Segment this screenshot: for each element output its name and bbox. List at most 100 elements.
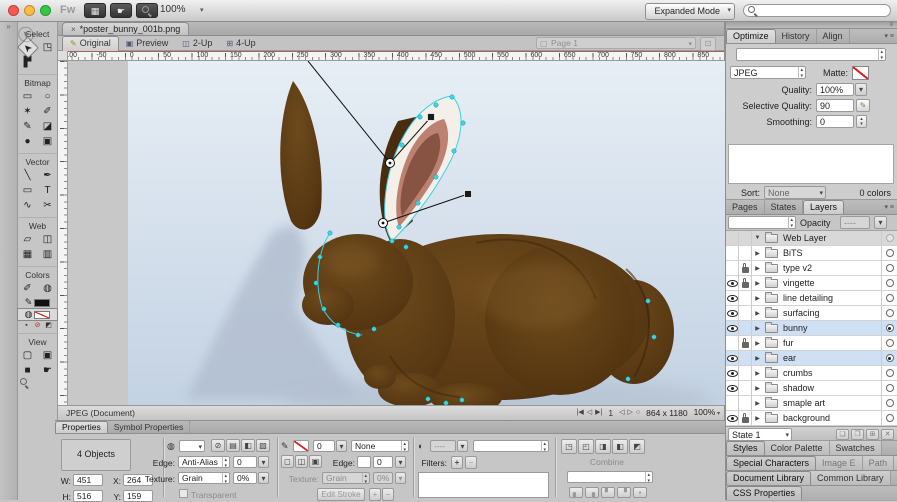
lock-icon[interactable] <box>742 282 749 288</box>
layer-name[interactable]: smaple art <box>780 398 881 408</box>
zoom-level-dropdown[interactable]: 100% <box>160 4 186 15</box>
stroke-texture-stepper[interactable]: ▾ <box>395 472 406 484</box>
expand-arrow-icon[interactable]: ▶ <box>752 250 763 257</box>
expand-arrow-icon[interactable]: ▶ <box>752 385 763 392</box>
visibility-eye-icon[interactable] <box>727 355 738 362</box>
rectangle-tool[interactable]: ▭ <box>20 183 36 198</box>
y-field[interactable]: 159 <box>123 490 153 502</box>
panel-tab[interactable]: Color Palette <box>765 441 830 455</box>
stroke-tip-size-field[interactable]: 0 <box>313 440 335 452</box>
layer-row[interactable]: ▼ Web Layer <box>726 231 897 246</box>
panel-tab[interactable]: Styles <box>726 441 765 455</box>
combine-tool-button[interactable]: ◨ <box>595 439 611 454</box>
zoom-tool[interactable] <box>20 378 36 393</box>
lasso-tool[interactable]: ○ <box>40 89 56 104</box>
align-small-button[interactable]: ▪ <box>633 487 647 498</box>
stroke-position-button[interactable]: ◻ <box>281 455 294 468</box>
scale-tool[interactable]: ◳ <box>40 40 56 55</box>
quality-slider-button[interactable]: ▾ <box>855 83 867 96</box>
stroke-position-button[interactable]: ◫ <box>295 455 308 468</box>
edit-stroke-button[interactable]: Edit Stroke <box>317 488 365 501</box>
layer-mode-field[interactable] <box>728 216 796 229</box>
pen-tool[interactable]: ✒ <box>40 168 56 183</box>
layer-select-radio[interactable] <box>886 324 894 332</box>
page-options-button[interactable]: ⊡ <box>700 37 716 51</box>
blur-tool[interactable]: ● <box>20 134 36 149</box>
visibility-eye-icon[interactable] <box>727 370 738 377</box>
layer-row[interactable]: ▶ type v2 <box>726 261 897 276</box>
slice-tool[interactable]: ◫ <box>40 232 56 247</box>
panel-tab[interactable]: Path <box>863 456 895 470</box>
layer-row[interactable]: ▶ shadow <box>726 381 897 396</box>
visibility-eye-icon[interactable] <box>727 295 738 302</box>
state-nav-button[interactable]: ○ <box>636 406 640 420</box>
minimize-window-button[interactable] <box>24 5 35 16</box>
show-hotspots-button[interactable]: ▦ <box>20 247 36 262</box>
view-tab[interactable]: ✎Original <box>62 36 119 51</box>
combine-tool-button[interactable]: ◳ <box>561 439 577 454</box>
panel-tab[interactable]: Common Library <box>811 471 891 485</box>
rubber-stamp-tool[interactable]: ▣ <box>40 134 56 149</box>
layer-name[interactable]: fur <box>780 338 881 348</box>
layer-select-radio[interactable] <box>886 384 894 392</box>
sort-dropdown[interactable]: None <box>764 186 826 199</box>
layer-name[interactable]: surfacing <box>780 308 881 318</box>
layer-select-radio[interactable] <box>886 279 894 287</box>
zoom-toolbar-button[interactable] <box>136 3 158 18</box>
panel-menu-icon[interactable]: ▾ ≡ <box>884 32 894 40</box>
layer-row[interactable]: ▶ fur <box>726 336 897 351</box>
layer-select-radio[interactable] <box>886 339 894 347</box>
layer-select-radio[interactable] <box>886 294 894 302</box>
fill-color-well[interactable]: ◍ <box>18 309 57 320</box>
layer-name[interactable]: line detailing <box>780 293 881 303</box>
align-small-button[interactable]: ▘ <box>601 487 615 498</box>
stroke-color-well[interactable]: ✎ <box>18 297 57 308</box>
smoothing-stepper[interactable] <box>856 115 867 128</box>
panel-grip[interactable]: ≡ <box>726 22 897 29</box>
visibility-eye-icon[interactable] <box>727 415 738 422</box>
combine-tool-button[interactable]: ◰ <box>578 439 594 454</box>
blend-dropdown-button[interactable]: ▾ <box>457 440 468 452</box>
standard-screen-button[interactable]: ▢ <box>20 348 36 363</box>
layer-row[interactable]: ▶ smaple art <box>726 396 897 411</box>
align-small-button[interactable]: ▗ <box>585 487 599 498</box>
fill-texture-dropdown[interactable]: Grain <box>178 472 230 484</box>
expand-arrow-icon[interactable]: ▶ <box>752 340 763 347</box>
default-colors-button[interactable]: ▪ <box>22 322 31 329</box>
page-dropdown[interactable]: Page 1 <box>536 37 696 49</box>
opacity-dropdown-button[interactable]: ▾ <box>874 216 887 229</box>
panel-tab[interactable]: Optimize <box>726 29 776 43</box>
stroke-texture-dropdown[interactable]: Grain <box>322 472 370 484</box>
view-tab[interactable]: ⊞4-Up <box>219 36 262 50</box>
layer-row[interactable]: ▶ line detailing <box>726 291 897 306</box>
panel-tab[interactable]: Properties <box>55 421 108 433</box>
text-tool[interactable]: T <box>40 183 56 198</box>
canvas-pasteboard[interactable] <box>68 61 725 405</box>
eraser-tool[interactable]: ◪ <box>40 119 56 134</box>
layer-name[interactable]: crumbs <box>780 368 881 378</box>
stroke-category-dropdown[interactable]: None <box>351 440 409 452</box>
combine-tool-button[interactable]: ◧ <box>612 439 628 454</box>
state-nav-button[interactable]: ◁ <box>619 406 624 420</box>
layer-select-radio[interactable] <box>886 264 894 272</box>
optimize-preset-dropdown[interactable] <box>736 48 886 61</box>
freeform-tool[interactable]: ∿ <box>20 198 36 213</box>
stroke-mini-button[interactable]: − <box>382 488 394 501</box>
view-tab[interactable]: ▣Preview <box>119 36 176 50</box>
combine-preset-dropdown[interactable] <box>567 471 653 483</box>
selective-quality-field[interactable]: 90 <box>816 99 854 112</box>
close-window-button[interactable] <box>8 5 19 16</box>
fill-type-button[interactable]: ◧ <box>241 439 255 452</box>
close-tab-icon[interactable]: × <box>71 25 76 34</box>
visibility-eye-icon[interactable] <box>727 325 738 332</box>
fill-edge-stepper[interactable]: ▾ <box>258 456 269 468</box>
stroke-tip-stepper[interactable]: ▾ <box>336 440 347 452</box>
state-action-button[interactable]: ❏ <box>836 429 849 440</box>
expand-arrow-icon[interactable]: ▶ <box>752 325 763 332</box>
hide-hotspots-button[interactable]: ▥ <box>40 247 56 262</box>
fill-type-button[interactable]: ▨ <box>256 439 270 452</box>
state-dropdown[interactable]: State 1 <box>728 428 792 441</box>
quality-field[interactable]: 100% <box>816 83 854 96</box>
width-field[interactable]: 451 <box>73 474 103 486</box>
fill-texture-stepper[interactable]: ▾ <box>258 472 269 484</box>
